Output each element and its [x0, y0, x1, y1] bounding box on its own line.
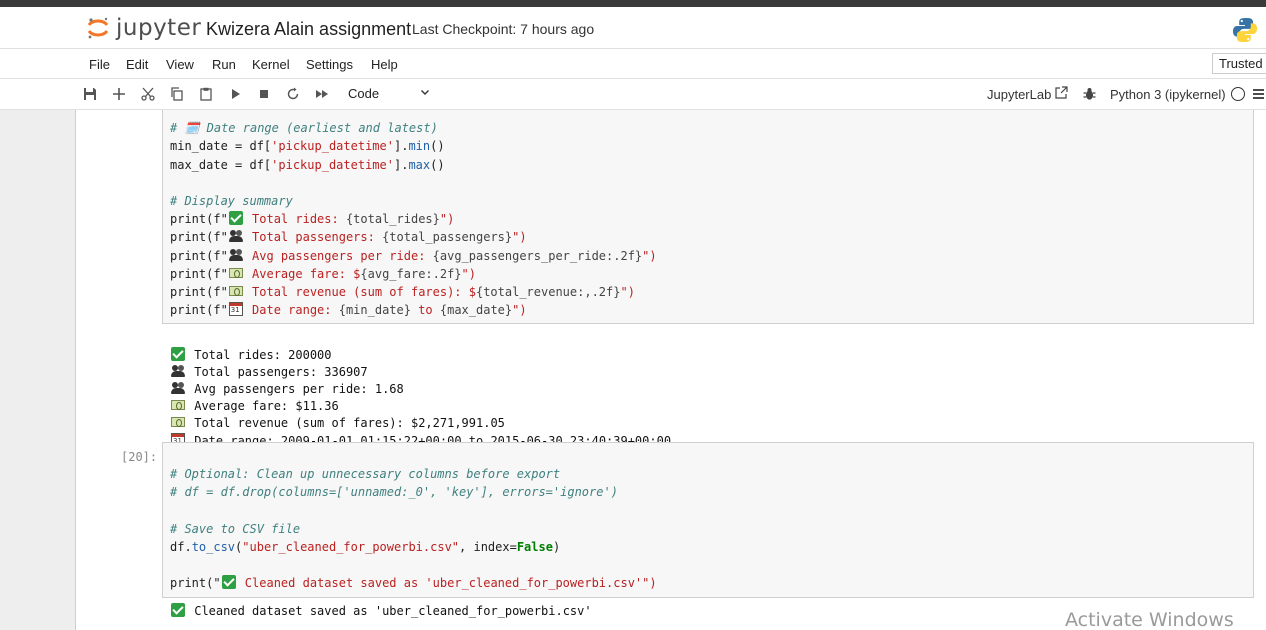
stop-icon — [260, 90, 268, 98]
cell-prompt: [20]: — [121, 450, 158, 464]
output-line: Avg passengers per ride: 1.68 — [170, 382, 404, 396]
code-line: min_date = df['pickup_datetime'].min() — [170, 139, 445, 154]
code-line: # Save to CSV file — [170, 521, 301, 536]
output-line: Total passengers: 336907 — [170, 365, 368, 379]
activate-windows-watermark: Activate Windows — [1065, 609, 1234, 630]
paste-icon — [200, 87, 212, 101]
open-jupyterlab-link[interactable]: JupyterLab — [987, 87, 1051, 102]
jupyter-ring-icon — [87, 17, 109, 39]
output-line: Total rides: 200000 — [170, 347, 332, 362]
check-emoji-icon — [171, 603, 185, 617]
paste-button[interactable] — [197, 85, 215, 103]
restart-icon — [287, 87, 299, 100]
save-icon — [84, 88, 96, 100]
menu-bar: File Edit View Run Kernel Settings Help … — [0, 49, 1266, 79]
money-emoji-icon — [228, 267, 243, 278]
code-cell-input[interactable]: # 🗓️ Date range (earliest and latest) mi… — [162, 110, 1254, 324]
code-line: # 🗓️ Date range (earliest and latest) — [170, 121, 438, 136]
jupyter-logo[interactable]: jupyter — [87, 14, 201, 44]
kernel-name[interactable]: Python 3 (ipykernel) — [1110, 87, 1226, 102]
restart-run-all-button[interactable] — [313, 85, 331, 103]
scissors-icon — [141, 87, 155, 101]
menu-icon[interactable] — [1253, 88, 1264, 100]
check-emoji-icon — [171, 347, 185, 362]
top-strip — [0, 0, 1266, 7]
menu-run[interactable]: Run — [212, 57, 236, 72]
kernel-status-icon — [1231, 87, 1245, 101]
play-icon — [232, 89, 240, 99]
code-line: # Display summary — [170, 194, 293, 209]
code-line: print(f" Average fare: ${avg_fare:.2f}") — [170, 266, 476, 281]
code-line: print(f" Total passengers: {total_passen… — [170, 229, 527, 245]
menu-edit[interactable]: Edit — [126, 57, 148, 72]
money-emoji-icon — [171, 417, 185, 428]
chevron-down-icon — [421, 90, 429, 95]
code-line: # Optional: Clean up unnecessary columns… — [170, 467, 561, 482]
people-emoji-icon — [171, 364, 185, 378]
cell-type-select[interactable]: Code — [342, 84, 434, 104]
interrupt-button[interactable] — [255, 85, 273, 103]
menu-view[interactable]: View — [166, 57, 194, 72]
menu-help[interactable]: Help — [371, 57, 398, 72]
money-emoji-icon — [171, 400, 185, 411]
notebook-title[interactable]: Kwizera Alain assignment — [206, 19, 411, 40]
notebook-panel: # 🗓️ Date range (earliest and latest) mi… — [75, 110, 1266, 630]
python-logo-icon — [1233, 18, 1257, 42]
output-line: Total revenue (sum of fares): $2,271,991… — [170, 416, 505, 430]
insert-cell-button[interactable] — [110, 85, 128, 103]
check-emoji-icon — [228, 211, 243, 226]
cut-button[interactable] — [139, 85, 157, 103]
code-line: print(" Cleaned dataset saved as 'uber_c… — [170, 575, 657, 591]
checkpoint-status: Last Checkpoint: 7 hours ago — [412, 21, 595, 37]
code-line: print(f" Avg passengers per ride: {avg_p… — [170, 248, 657, 263]
cell-output: Cleaned dataset saved as 'uber_cleaned_f… — [170, 603, 592, 620]
plus-icon — [113, 88, 125, 100]
code-line: df.to_csv("uber_cleaned_for_powerbi.csv"… — [170, 540, 561, 555]
debugger-bug-icon[interactable] — [1083, 87, 1096, 101]
calendar-emoji-icon — [228, 302, 243, 317]
people-emoji-icon — [171, 381, 185, 395]
code-cell-input[interactable]: # Optional: Clean up unnecessary columns… — [162, 442, 1254, 598]
code-line: print(f" Total revenue (sum of fares): $… — [170, 285, 635, 300]
run-button[interactable] — [226, 85, 244, 103]
copy-icon — [171, 87, 183, 101]
save-button[interactable] — [81, 85, 99, 103]
output-line: Average fare: $11.36 — [170, 399, 339, 413]
code-line: print(f" Date range: {min_date} to {max_… — [170, 302, 527, 317]
menu-file[interactable]: File — [89, 57, 110, 72]
people-emoji-icon — [228, 229, 243, 243]
header: jupyter Kwizera Alain assignment Last Ch… — [0, 7, 1266, 49]
trusted-indicator[interactable]: Trusted — [1212, 53, 1266, 74]
money-emoji-icon — [228, 286, 243, 297]
logo-text: jupyter — [116, 15, 202, 41]
code-line: print(f" Total rides: {total_rides}") — [170, 211, 455, 227]
people-emoji-icon — [228, 248, 243, 262]
menu-settings[interactable]: Settings — [306, 57, 353, 72]
notebook-toolbar: Code JupyterLab Python 3 (ipykernel) — [0, 79, 1266, 110]
copy-button[interactable] — [168, 85, 186, 103]
external-link-icon[interactable] — [1055, 86, 1068, 99]
menu-kernel[interactable]: Kernel — [252, 57, 290, 72]
code-line: max_date = df['pickup_datetime'].max() — [170, 157, 445, 172]
code-line: # df = df.drop(columns=['unnamed:_0', 'k… — [170, 485, 618, 500]
fast-forward-icon — [316, 90, 328, 98]
check-emoji-icon — [221, 575, 236, 590]
restart-button[interactable] — [284, 85, 302, 103]
cell-type-value: Code — [348, 86, 380, 101]
